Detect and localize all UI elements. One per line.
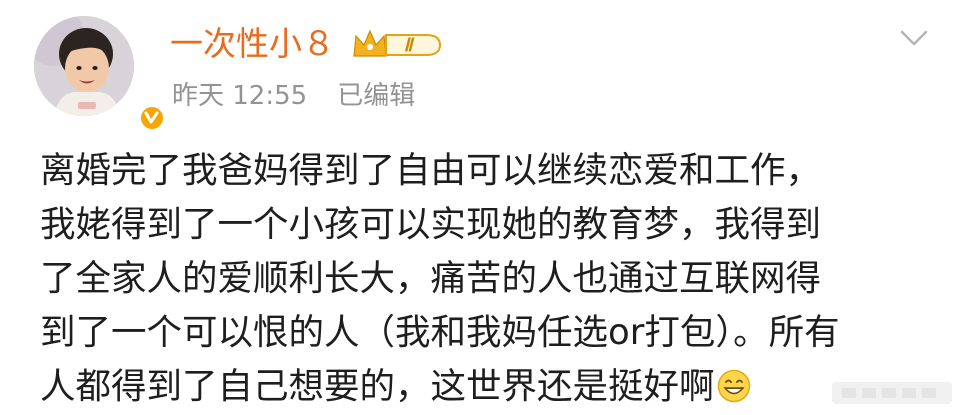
content-line: 了全家人的爱顺利长大，痛苦的人也通过互联网得: [40, 258, 822, 299]
post-time: 昨天 12:55: [172, 81, 308, 111]
crown-vip-icon: Ⅱ: [353, 29, 442, 57]
avatar-photo: [34, 16, 134, 116]
post-content: 离婚完了我爸妈得到了自由可以继续恋爱和工作， 我姥得到了一个小孩可以实现她的教育…: [40, 144, 940, 414]
chevron-down-icon: [900, 30, 928, 46]
post-menu-button[interactable]: [896, 26, 932, 50]
post-meta: 昨天 12:55 已编辑: [172, 78, 415, 114]
author-avatar[interactable]: [34, 16, 166, 132]
watermark: [832, 378, 952, 408]
edited-label[interactable]: 已编辑: [337, 81, 415, 111]
verified-badge: [138, 104, 166, 132]
content-line: 我姥得到了一个小孩可以实现她的教育梦，我得到: [40, 204, 822, 245]
author-name[interactable]: 一次性小８: [170, 20, 335, 68]
verified-v-icon: [144, 111, 159, 124]
content-line: 离婚完了我爸妈得到了自由可以继续恋爱和工作，: [40, 150, 822, 191]
content-last-line: 人都得到了自己想要的，这世界还是挺好啊: [40, 360, 940, 414]
content-line: 人都得到了自己想要的，这世界还是挺好啊: [40, 366, 715, 407]
grin-emoji-icon: [717, 365, 751, 403]
vip-badge[interactable]: Ⅱ: [352, 27, 444, 63]
content-line: 到了一个可以恨的人（我和我妈任选or打包）。所有: [40, 312, 840, 353]
weibo-post-card: 一次性小８ Ⅱ 昨天 12:55 已编辑 离婚完了我爸妈得到了自由可以继续恋爱和工…: [0, 0, 960, 415]
